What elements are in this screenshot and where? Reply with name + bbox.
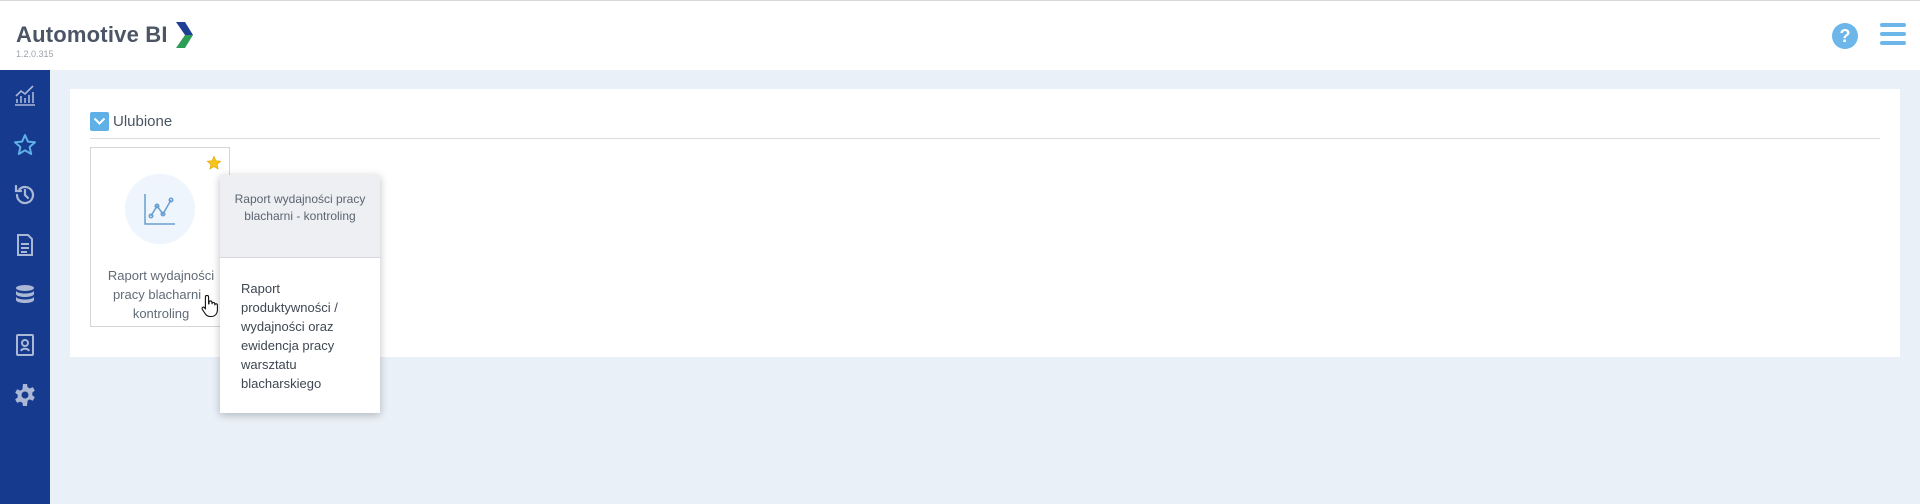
- gear-icon: [15, 384, 35, 406]
- chevron-right-logo-icon: [176, 22, 194, 48]
- question-circle-icon: ?: [1839, 26, 1851, 46]
- hand-pointer-cursor-icon: [201, 294, 218, 318]
- database-icon: [16, 285, 34, 303]
- favorite-star-icon[interactable]: [206, 155, 222, 171]
- top-bar: Automotive BI 1.2.0.315 ?: [0, 0, 1920, 70]
- sidebar-item-favorites[interactable]: [0, 120, 50, 170]
- tooltip-header: Raport wydajności pracy blacharni - kont…: [220, 175, 380, 258]
- sidebar: [0, 70, 50, 504]
- star-icon: [14, 134, 36, 155]
- app-name: Automotive BI: [16, 22, 168, 47]
- card-icon-container: [125, 174, 195, 244]
- app-version: 1.2.0.315: [16, 49, 54, 59]
- line-chart-icon: [144, 194, 175, 225]
- sidebar-item-history[interactable]: [0, 170, 50, 220]
- tooltip-title: Raport wydajności pracy blacharni - kont…: [234, 192, 366, 223]
- history-icon: [14, 184, 35, 205]
- hamburger-menu-icon[interactable]: [1880, 23, 1906, 47]
- document-icon: [17, 234, 33, 256]
- section-divider: [90, 138, 1880, 139]
- sidebar-item-contacts[interactable]: [0, 320, 50, 370]
- sidebar-item-dashboards[interactable]: [0, 70, 50, 120]
- tooltip-description: Raport produktywności / wydajności oraz …: [241, 281, 338, 391]
- section-title: Ulubione: [113, 113, 173, 130]
- collapse-button[interactable]: [90, 112, 109, 131]
- report-tooltip: Raport wydajności pracy blacharni - kont…: [220, 175, 380, 413]
- sidebar-item-reports[interactable]: [0, 220, 50, 270]
- help-button[interactable]: ?: [1832, 23, 1858, 49]
- sidebar-item-settings[interactable]: [0, 370, 50, 420]
- chart-line-icon: [15, 85, 35, 106]
- sidebar-item-data-sources[interactable]: [0, 270, 50, 320]
- chevron-down-icon: [93, 117, 106, 125]
- contact-card-icon: [16, 334, 34, 356]
- brand-logo[interactable]: Automotive BI 1.2.0.315: [16, 21, 194, 59]
